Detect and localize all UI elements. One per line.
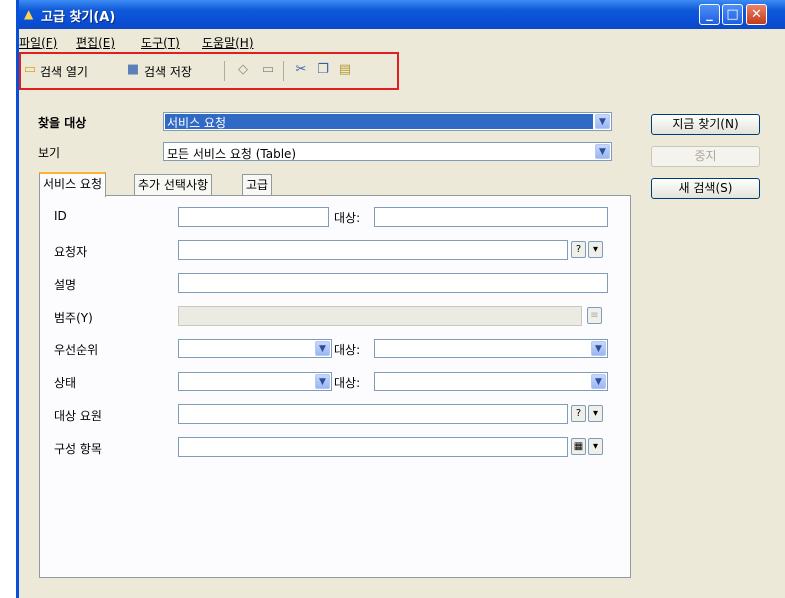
target-field[interactable] bbox=[374, 207, 608, 227]
print-icon[interactable]: ▭ bbox=[260, 62, 276, 78]
config-item-field[interactable] bbox=[178, 437, 568, 457]
target-label-2: 대상: bbox=[334, 343, 361, 357]
new-search-button[interactable]: 새 검색(S) bbox=[651, 178, 760, 199]
target-select[interactable]: 서비스 요청 ▼ bbox=[163, 112, 612, 131]
tab-service-request[interactable]: 서비스 요청 bbox=[39, 172, 107, 197]
toolbar: ▭ 검색 열기 ■ 검색 저장 ◇ ▭ ✂ ❐ ▤ bbox=[19, 52, 399, 90]
assigned-label: 대상 요원 bbox=[54, 409, 102, 423]
id-field[interactable] bbox=[178, 207, 329, 227]
config-item-label: 구성 항목 bbox=[54, 442, 102, 456]
folder-open-icon[interactable]: ▭ bbox=[22, 62, 38, 78]
config-item-lookup-icon[interactable]: ▦ bbox=[571, 438, 586, 455]
open-search-button[interactable]: 검색 열기 bbox=[40, 63, 88, 80]
maximize-button[interactable]: □ bbox=[722, 4, 743, 25]
target-label-1: 대상: bbox=[334, 211, 361, 225]
view-label: 보기 bbox=[38, 146, 61, 160]
menu-help[interactable]: 도움말(H) bbox=[202, 34, 254, 51]
menu-tools[interactable]: 도구(T) bbox=[141, 34, 180, 51]
status-target-select[interactable]: ▼ bbox=[374, 372, 608, 391]
tab-panel: ID 대상: 요청자 ? ▾ 설명 범주(Y) ≡ 우선순위 ▼ 대상: ▼ 상… bbox=[39, 195, 631, 578]
cut-icon[interactable]: ✂ bbox=[293, 62, 309, 78]
priority-label: 우선순위 bbox=[54, 343, 99, 357]
status-select[interactable]: ▼ bbox=[178, 372, 332, 391]
stop-button[interactable]: 중지 bbox=[651, 146, 760, 167]
binoculars-icon: ▲ bbox=[24, 7, 34, 21]
tab-additional-options[interactable]: 추가 선택사항 bbox=[134, 174, 213, 196]
copy-icon[interactable]: ❐ bbox=[315, 62, 331, 78]
minimize-button[interactable]: _ bbox=[699, 4, 720, 25]
description-label: 설명 bbox=[54, 278, 77, 292]
paste-icon[interactable]: ▤ bbox=[337, 62, 353, 78]
save-disk-icon[interactable]: ■ bbox=[125, 62, 141, 78]
chevron-down-icon[interactable]: ▼ bbox=[595, 114, 610, 129]
chevron-down-icon[interactable]: ▼ bbox=[315, 374, 330, 389]
advanced-find-window: ▲ 고급 찾기(A) _ □ ✕ 파일(F) 편집(E) 도구(T) 도움말(H… bbox=[16, 0, 785, 598]
assigned-field[interactable] bbox=[178, 404, 568, 424]
priority-select[interactable]: ▼ bbox=[178, 339, 332, 358]
toolbar-separator bbox=[283, 61, 284, 81]
priority-target-select[interactable]: ▼ bbox=[374, 339, 608, 358]
menu-bar: 파일(F) 편집(E) 도구(T) 도움말(H) bbox=[19, 29, 785, 51]
print-preview-icon[interactable]: ◇ bbox=[235, 62, 251, 78]
view-select[interactable]: 모든 서비스 요청 (Table) ▼ bbox=[163, 142, 612, 161]
chevron-down-icon[interactable]: ▾ bbox=[588, 405, 603, 422]
target-label: 찾을 대상 bbox=[38, 116, 87, 130]
status-label: 상태 bbox=[54, 376, 77, 390]
close-button[interactable]: ✕ bbox=[746, 4, 767, 25]
title-bar[interactable]: ▲ 고급 찾기(A) _ □ ✕ bbox=[19, 0, 785, 29]
toolbar-separator bbox=[224, 61, 225, 81]
user-lookup-icon[interactable]: ? bbox=[571, 241, 586, 258]
requester-field[interactable] bbox=[178, 240, 568, 260]
chevron-down-icon[interactable]: ▼ bbox=[591, 341, 606, 356]
window-title: 고급 찾기(A) bbox=[41, 10, 116, 25]
description-field[interactable] bbox=[178, 273, 608, 293]
chevron-down-icon[interactable]: ▼ bbox=[315, 341, 330, 356]
save-search-button[interactable]: 검색 저장 bbox=[144, 63, 192, 80]
target-label-3: 대상: bbox=[334, 376, 361, 390]
category-field bbox=[178, 306, 582, 326]
chevron-down-icon[interactable]: ▼ bbox=[591, 374, 606, 389]
chevron-down-icon[interactable]: ▼ bbox=[595, 144, 610, 159]
user-lookup-icon[interactable]: ? bbox=[571, 405, 586, 422]
chevron-down-icon[interactable]: ▾ bbox=[588, 438, 603, 455]
requester-label: 요청자 bbox=[54, 245, 88, 259]
id-label: ID bbox=[54, 209, 67, 223]
chevron-down-icon[interactable]: ▾ bbox=[588, 241, 603, 258]
category-label: 범주(Y) bbox=[54, 311, 93, 325]
category-picker-icon[interactable]: ≡ bbox=[587, 307, 602, 324]
menu-file[interactable]: 파일(F) bbox=[19, 34, 57, 51]
menu-edit[interactable]: 편집(E) bbox=[76, 34, 115, 51]
find-now-button[interactable]: 지금 찾기(N) bbox=[651, 114, 760, 135]
tab-advanced[interactable]: 고급 bbox=[242, 174, 273, 196]
